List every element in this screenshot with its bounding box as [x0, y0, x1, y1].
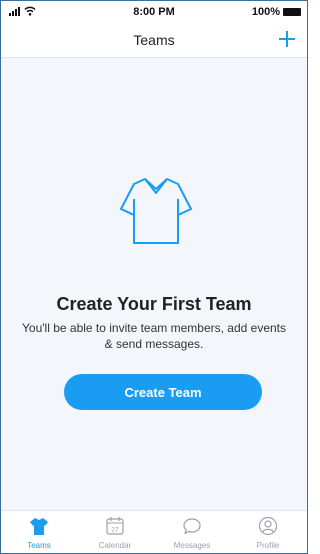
- tab-messages[interactable]: Messages: [154, 511, 230, 553]
- plus-icon[interactable]: [277, 29, 297, 49]
- shirt-icon: [120, 178, 192, 244]
- nav-bar: Teams: [1, 23, 307, 58]
- tab-profile[interactable]: Profile: [230, 511, 306, 553]
- create-team-button[interactable]: Create Team: [64, 374, 262, 410]
- empty-state-heading: Create Your First Team: [56, 294, 252, 314]
- status-bar: 8:00 PM 100%: [1, 1, 307, 23]
- tab-bar: Teams 27 Calendar Messages Profile: [1, 510, 307, 553]
- battery-indicator: 100%: [252, 6, 301, 18]
- calendar-icon: 27: [106, 517, 124, 535]
- app-screen: 8:00 PM 100% Teams Create Your First Tea…: [0, 0, 308, 554]
- tab-label: Messages: [173, 541, 211, 550]
- calendar-day: 27: [111, 527, 119, 534]
- page-title: Teams: [133, 32, 175, 48]
- battery-percent: 100%: [251, 6, 280, 18]
- tab-label: Teams: [27, 541, 51, 550]
- tab-label: Calendar: [98, 541, 132, 550]
- tab-teams[interactable]: Teams: [1, 511, 77, 553]
- empty-state: Create Your First Team You'll be able to…: [1, 58, 307, 510]
- empty-state-description: You'll be able to invite team members, a…: [22, 321, 286, 351]
- tab-calendar[interactable]: 27 Calendar: [77, 511, 153, 553]
- battery-icon: [283, 8, 301, 16]
- speech-bubble-icon: [183, 518, 201, 535]
- profile-icon: [258, 516, 278, 536]
- tab-label: Profile: [256, 541, 280, 550]
- jersey-icon: [30, 518, 48, 535]
